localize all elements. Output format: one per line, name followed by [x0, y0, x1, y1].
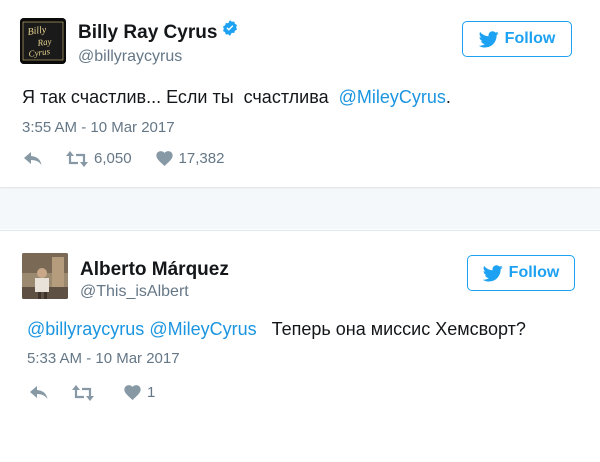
follow-label: Follow [508, 264, 560, 281]
tweet-card: Billy Ray Cyrus Billy Ray Cyrus @billyra… [0, 0, 600, 188]
reply-icon [24, 151, 42, 165]
avatar[interactable] [22, 253, 68, 299]
like-count: 1 [147, 384, 156, 401]
tweet-text: Я так счастлив... Если ты счастлива @Mil… [22, 87, 451, 108]
tweet-actions: 6,050 17,382 [24, 150, 248, 167]
reply-icon [30, 385, 48, 399]
author-name[interactable]: Alberto Márquez [80, 259, 229, 281]
tweet-text-suffix: . [445, 87, 451, 107]
follow-label: Follow [504, 30, 556, 47]
tweet-actions: 1 [30, 384, 179, 401]
heart-icon [155, 151, 173, 166]
twitter-bird-icon [482, 264, 503, 281]
tweet-timestamp[interactable]: 3:55 AM - 10 Mar 2017 [22, 119, 175, 136]
retweet-icon [72, 384, 94, 401]
mention-link[interactable]: @MileyCyrus [339, 87, 446, 107]
retweet-button[interactable]: 6,050 [66, 150, 132, 167]
tweet-card: Alberto Márquez @This_isAlbert Follow @b… [0, 230, 600, 462]
reply-button[interactable] [30, 385, 48, 400]
avatar-photo [22, 253, 68, 299]
mention-link[interactable]: @MileyCyrus [149, 319, 256, 339]
twitter-bird-icon [478, 30, 499, 47]
author-handle[interactable]: @billyraycyrus [78, 48, 182, 66]
like-button[interactable]: 1 [124, 384, 155, 401]
author-name[interactable]: Billy Ray Cyrus [78, 19, 239, 44]
tweet-text-plain: Я так счастлив... Если ты счастлива [22, 87, 339, 107]
follow-button[interactable]: Follow [462, 21, 572, 57]
author-name-text: Billy Ray Cyrus [78, 22, 218, 43]
like-count: 17,382 [178, 150, 225, 167]
heart-icon [124, 385, 141, 400]
tweet-text-plain: Теперь она миссис Хемсворт? [271, 319, 526, 339]
retweet-button[interactable] [72, 384, 100, 401]
retweet-count: 6,050 [94, 150, 132, 167]
retweet-icon [66, 150, 88, 167]
follow-button[interactable]: Follow [467, 255, 575, 291]
mention-link[interactable]: @billyraycyrus [27, 319, 144, 339]
verified-badge-icon [221, 19, 239, 43]
avatar-logo: Billy Ray Cyrus [20, 18, 66, 64]
tweet-separator [0, 189, 600, 229]
reply-button[interactable] [24, 151, 42, 166]
avatar[interactable]: Billy Ray Cyrus [20, 18, 66, 64]
like-button[interactable]: 17,382 [155, 150, 225, 167]
author-handle[interactable]: @This_isAlbert [80, 283, 189, 301]
tweet-timestamp[interactable]: 5:33 AM - 10 Mar 2017 [27, 350, 180, 367]
tweet-text: @billyraycyrus @MileyCyrus Теперь она ми… [27, 319, 526, 340]
